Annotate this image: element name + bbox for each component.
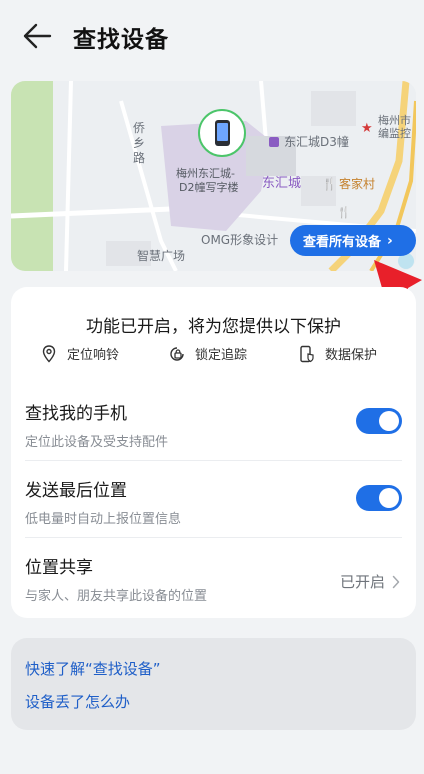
view-all-devices-button[interactable]: 查看所有设备 › xyxy=(290,225,416,256)
find-my-phone-toggle[interactable] xyxy=(356,408,402,434)
map-label: 路 xyxy=(133,151,146,165)
page-title: 查找设备 xyxy=(73,27,169,53)
lock-track-icon xyxy=(170,346,184,361)
lost-device-help-link[interactable]: 设备丢了怎么办 xyxy=(25,691,130,712)
feature-item: 定位响铃 xyxy=(41,344,119,363)
star-icon: ★ xyxy=(361,121,373,136)
map-label: 东汇城D3幢 xyxy=(284,135,349,149)
map-view[interactable]: 侨 乡 路 梅州东汇城- D2幢写字楼 东汇城D3幢 ★ 梅州市 编监控 东汇城… xyxy=(11,81,416,271)
map-label: 客家村 xyxy=(339,177,376,191)
view-all-devices-label: 查看所有设备 xyxy=(303,235,382,250)
row-title: 查找我的手机 xyxy=(25,404,127,424)
divider xyxy=(25,537,402,538)
header: 查找设备 xyxy=(0,0,424,72)
feature-label: 定位响铃 xyxy=(67,348,120,363)
status-text: 已开启 xyxy=(339,573,385,591)
send-last-location-row: 发送最后位置 低电量时自动上报位置信息 xyxy=(25,476,402,527)
protection-title: 功能已开启，将为您提供以下保护 xyxy=(86,317,341,337)
phone-shield-icon xyxy=(300,345,314,362)
row-subtitle: 低电量时自动上报位置信息 xyxy=(25,512,182,527)
find-my-phone-row: 查找我的手机 定位此设备及受支持配件 xyxy=(25,399,402,450)
help-card: 快速了解“查找设备” 设备丢了怎么办 xyxy=(11,638,416,730)
location-sharing-status: 已开启 xyxy=(340,571,400,592)
row-title: 发送最后位置 xyxy=(25,481,127,501)
chevron-right-icon xyxy=(392,575,400,588)
feature-label: 数据保护 xyxy=(325,348,378,363)
location-sharing-row[interactable]: 位置共享 与家人、朋友共享此设备的位置 已开启 xyxy=(25,553,402,604)
feature-label: 锁定追踪 xyxy=(195,348,248,363)
map-label: 东汇城 xyxy=(262,176,302,191)
send-last-location-toggle[interactable] xyxy=(356,485,402,511)
device-location-marker[interactable] xyxy=(198,109,246,157)
feature-item: 锁定追踪 xyxy=(169,344,247,363)
row-subtitle: 定位此设备及受支持配件 xyxy=(25,435,169,450)
location-pin-icon xyxy=(42,344,56,363)
feature-item: 数据保护 xyxy=(299,344,377,363)
map-label: 梅州市 xyxy=(378,114,411,127)
feature-list: 定位响铃 锁定追踪 数据保护 xyxy=(11,344,416,366)
protection-card: 功能已开启，将为您提供以下保护 定位响铃 锁定追踪 数据保护 查找我的手机 定位… xyxy=(11,287,416,618)
learn-find-device-link[interactable]: 快速了解“查找设备” xyxy=(25,658,161,679)
phone-icon xyxy=(215,120,230,146)
restaurant-icon: 🍴 xyxy=(337,206,351,219)
shop-icon xyxy=(269,137,279,147)
map-label: 编监控 xyxy=(378,127,411,140)
chevron-right-icon: › xyxy=(387,232,393,249)
map-label: OMG形象设计 xyxy=(201,233,279,247)
map-label: 侨 xyxy=(133,121,146,135)
map-label: 梅州东汇城- xyxy=(176,167,235,180)
restaurant-icon: 🍴 xyxy=(322,177,337,191)
arrow-left-icon[interactable] xyxy=(22,22,52,50)
divider xyxy=(25,460,402,461)
map-label: 乡 xyxy=(133,136,146,150)
map-label: 智慧广场 xyxy=(137,249,186,263)
map-label: D2幢写字楼 xyxy=(179,181,239,194)
